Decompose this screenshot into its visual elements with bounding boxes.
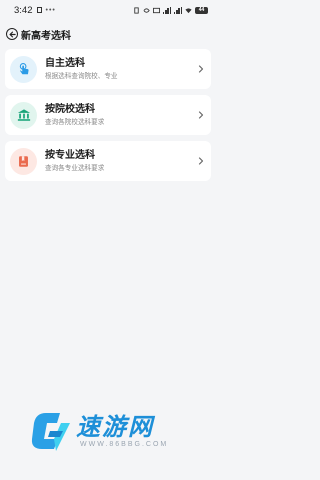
card-text: 按院校选科 查询各院校选科要求 [45, 104, 197, 127]
card-title: 按专业选科 [45, 149, 95, 161]
page-title: 新高考选科 [21, 30, 71, 42]
chevron-right-icon [198, 157, 204, 165]
wifi-icon [185, 7, 192, 13]
card-desc: 查询各专业选科要求 [45, 164, 105, 172]
hd-icon [153, 7, 161, 13]
site-logo-icon [31, 413, 70, 451]
card-desc: 查询各院校选科要求 [45, 118, 105, 126]
status-right: 44 [133, 6, 208, 14]
card-icon-bg [10, 101, 37, 129]
card-title: 自主选科 [45, 57, 85, 69]
chevron-right-icon [198, 65, 204, 73]
signal-icon [163, 6, 172, 14]
vibrate-icon [134, 6, 139, 14]
card-by-school[interactable]: 按院校选科 查询各院校选科要求 [5, 95, 211, 135]
status-left: 3:42 ••• [14, 5, 56, 16]
header: 新高考选科 [0, 20, 216, 48]
hand-tap-icon [19, 63, 29, 75]
nfc-icon [143, 7, 150, 13]
back-button[interactable] [6, 28, 18, 40]
chevron-right-icon [198, 111, 204, 119]
card-icon-bg [10, 55, 37, 83]
notification-icon [36, 7, 42, 13]
battery-icon: 44 [195, 6, 208, 14]
watermark-text: 速游网 WWW.86BBG.COM [76, 413, 169, 448]
card-text: 按专业选科 查询各专业选科要求 [45, 150, 197, 173]
more-notifications-icon: ••• [45, 6, 56, 14]
card-desc: 根据选科查询院校、专业 [45, 72, 118, 80]
card-title: 按院校选科 [45, 103, 95, 115]
status-bar: 3:42 ••• 44 [0, 0, 216, 20]
card-icon-bg [10, 147, 37, 175]
watermark-name: 速游网 [76, 413, 154, 441]
book-icon [19, 155, 28, 167]
card-list: 自主选科 根据选科查询院校、专业 按院校选科 查询各院校选科要求 按专业选科 查… [0, 49, 216, 181]
card-by-major[interactable]: 按专业选科 查询各专业选科要求 [5, 141, 211, 181]
signal-2-icon [174, 6, 182, 14]
school-building-icon [17, 109, 30, 121]
card-self-selection[interactable]: 自主选科 根据选科查询院校、专业 [5, 49, 211, 89]
watermark-logo: 速游网 WWW.86BBG.COM [30, 406, 200, 456]
card-text: 自主选科 根据选科查询院校、专业 [45, 58, 197, 81]
status-time: 3:42 [14, 4, 33, 16]
arrow-left-icon [8, 31, 16, 37]
watermark-url: WWW.86BBG.COM [80, 440, 169, 448]
